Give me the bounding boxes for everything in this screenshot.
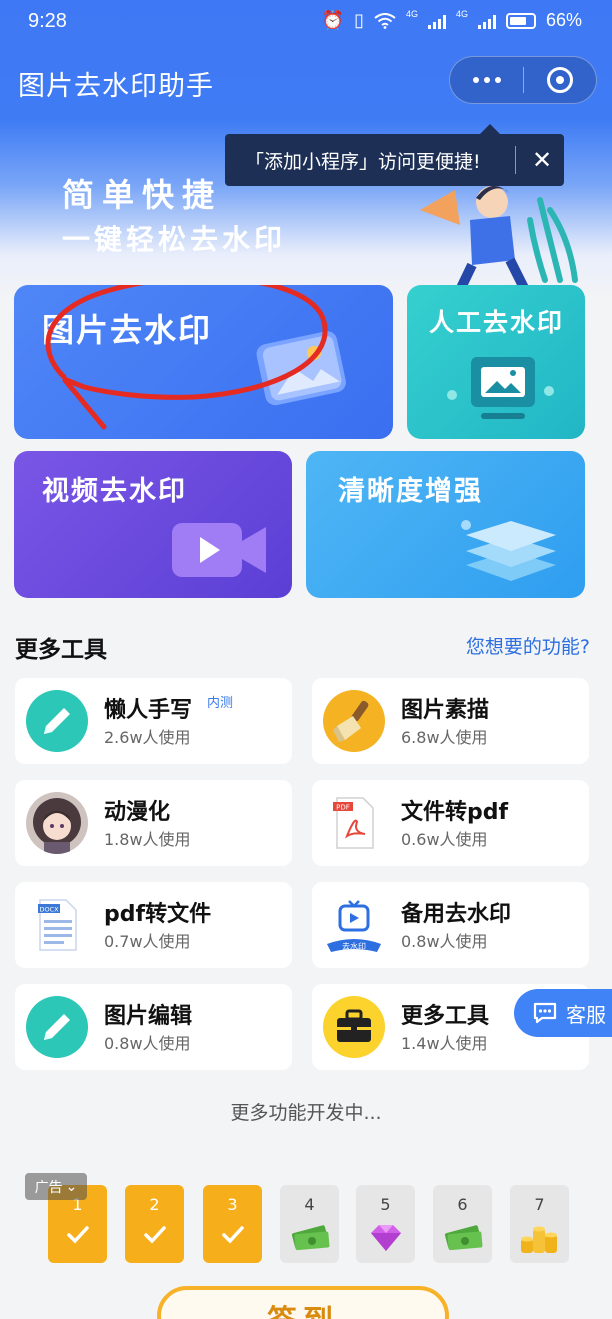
gem-icon <box>371 1225 401 1251</box>
tool-usage: 2.6w人使用 <box>104 728 191 747</box>
card-title: 视频去水印 <box>42 476 187 507</box>
tool-usage: 1.8w人使用 <box>104 830 191 849</box>
anime-avatar <box>26 792 88 854</box>
tool-usage: 1.4w人使用 <box>401 1034 488 1053</box>
coins-icon <box>521 1226 557 1253</box>
customer-service-label: 客服 <box>566 1002 606 1027</box>
tool-item[interactable]: 懒人手写 内测 2.6w人使用 <box>15 678 292 764</box>
clarity-enhance-card[interactable]: 清晰度增强 <box>306 451 585 598</box>
layers-icon <box>461 520 556 581</box>
video-watermark-card[interactable]: 视频去水印 <box>14 451 292 598</box>
tool-item[interactable]: 动漫化 1.8w人使用 <box>15 780 292 866</box>
cash-icon <box>291 1225 330 1251</box>
wifi-icon <box>374 12 396 29</box>
tool-item[interactable]: DOCX pdf转文件 0.7w人使用 <box>15 882 292 968</box>
hero-slogan-line2: 一键轻松去水印 <box>62 223 287 256</box>
checkin-day: 6 <box>433 1185 492 1263</box>
day-number: 3 <box>227 1195 238 1214</box>
tool-name: pdf转文件 <box>104 902 212 927</box>
monitor-image-icon <box>447 357 554 419</box>
red-circle-annotation <box>45 285 328 430</box>
tool-usage: 0.8w人使用 <box>401 932 488 951</box>
day-number: 6 <box>457 1195 468 1214</box>
image-watermark-card[interactable]: 图片去水印 <box>14 285 393 439</box>
svg-text:去水印: 去水印 <box>342 941 366 951</box>
day-number: 4 <box>304 1195 315 1214</box>
tool-name: 懒人手写 <box>104 698 193 723</box>
status-icons: ⏰ ▯ 4G 4G 66% <box>321 8 582 31</box>
day-number: 7 <box>534 1195 545 1214</box>
tool-item[interactable]: 去水印 备用去水印 0.8w人使用 <box>312 882 589 968</box>
brush-icon <box>323 690 385 752</box>
card-title: 人工去水印 <box>429 308 565 337</box>
checkin-button[interactable]: 签到 <box>157 1286 449 1319</box>
ad-tag[interactable]: 广告 ⌄ <box>25 1173 87 1200</box>
svg-text:PDF: PDF <box>336 804 350 812</box>
tool-usage: 0.7w人使用 <box>104 932 191 951</box>
svg-text:DOCX: DOCX <box>39 906 59 914</box>
feature-request-link[interactable]: 您想要的功能? <box>466 632 590 659</box>
day-number: 5 <box>380 1195 391 1214</box>
chat-bubble-icon <box>533 1002 557 1024</box>
tool-name: 图片素描 <box>401 698 490 723</box>
checkin-day: 7 <box>510 1185 569 1263</box>
signal-icon <box>477 13 496 29</box>
customer-service-button[interactable]: 客服 <box>514 989 612 1037</box>
manual-watermark-card[interactable]: 人工去水印 <box>407 285 585 439</box>
day-number: 2 <box>149 1195 160 1214</box>
check-icon <box>67 1226 89 1244</box>
hero-slogan-line1: 简单快捷 <box>62 176 223 214</box>
tool-usage: 0.6w人使用 <box>401 830 488 849</box>
ad-label: 广告 <box>34 1179 63 1196</box>
tool-name: 动漫化 <box>104 800 171 825</box>
check-icon <box>222 1226 244 1244</box>
close-miniprogram-button[interactable] <box>524 56 596 104</box>
checkin-label: 签到 <box>161 1296 445 1319</box>
tool-name: 备用去水印 <box>401 902 512 927</box>
tool-usage: 6.8w人使用 <box>401 728 488 747</box>
miniprogram-capsule <box>449 56 597 104</box>
tool-usage: 0.8w人使用 <box>104 1034 191 1053</box>
tool-item[interactable]: 图片编辑 0.8w人使用 <box>15 984 292 1070</box>
toolbox-icon <box>323 996 385 1058</box>
check-icon <box>144 1226 166 1244</box>
vibrate-icon: ▯ <box>354 10 364 30</box>
tool-name: 文件转pdf <box>401 800 509 825</box>
chevron-down-icon: ⌄ <box>65 1178 78 1195</box>
network-label: 4G <box>405 8 418 19</box>
tv-play-icon: 去水印 <box>323 894 385 956</box>
pdf-file-icon: PDF <box>323 792 385 854</box>
docx-file-icon: DOCX <box>26 894 88 956</box>
checkin-day: 3 <box>203 1185 262 1263</box>
pencil-icon <box>26 996 88 1058</box>
tool-name: 图片编辑 <box>104 1004 193 1029</box>
status-bar: 9:28 ⏰ ▯ 4G 4G 66% <box>0 0 612 46</box>
network-label: 4G <box>455 8 468 19</box>
target-icon <box>546 67 573 93</box>
battery-icon <box>505 12 536 29</box>
beta-badge: 内测 <box>207 696 234 711</box>
more-features-note: 更多功能开发中... <box>230 1102 382 1124</box>
tool-item[interactable]: 图片素描 6.8w人使用 <box>312 678 589 764</box>
add-miniprogram-tooltip: 「添加小程序」访问更便捷! ✕ <box>225 124 564 186</box>
cash-icon <box>444 1225 483 1251</box>
battery-level: 66% <box>545 10 582 30</box>
tool-item[interactable]: PDF 文件转pdf 0.6w人使用 <box>312 780 589 866</box>
pencil-icon <box>26 690 88 752</box>
video-camera-icon <box>172 523 266 577</box>
close-icon[interactable]: ✕ <box>527 146 557 174</box>
app-title: 图片去水印助手 <box>18 71 214 102</box>
tooltip-text: 「添加小程序」访问更便捷! <box>245 150 481 173</box>
status-time: 9:28 <box>28 10 67 32</box>
signal-icon <box>427 13 446 29</box>
checkin-day: 2 <box>125 1185 184 1263</box>
tool-name: 更多工具 <box>401 1004 490 1029</box>
section-title: 更多工具 <box>15 637 107 663</box>
alarm-icon: ⏰ <box>321 10 345 30</box>
checkin-day: 4 <box>280 1185 339 1263</box>
checkin-day: 5 <box>356 1185 415 1263</box>
more-menu-button[interactable] <box>450 56 523 104</box>
